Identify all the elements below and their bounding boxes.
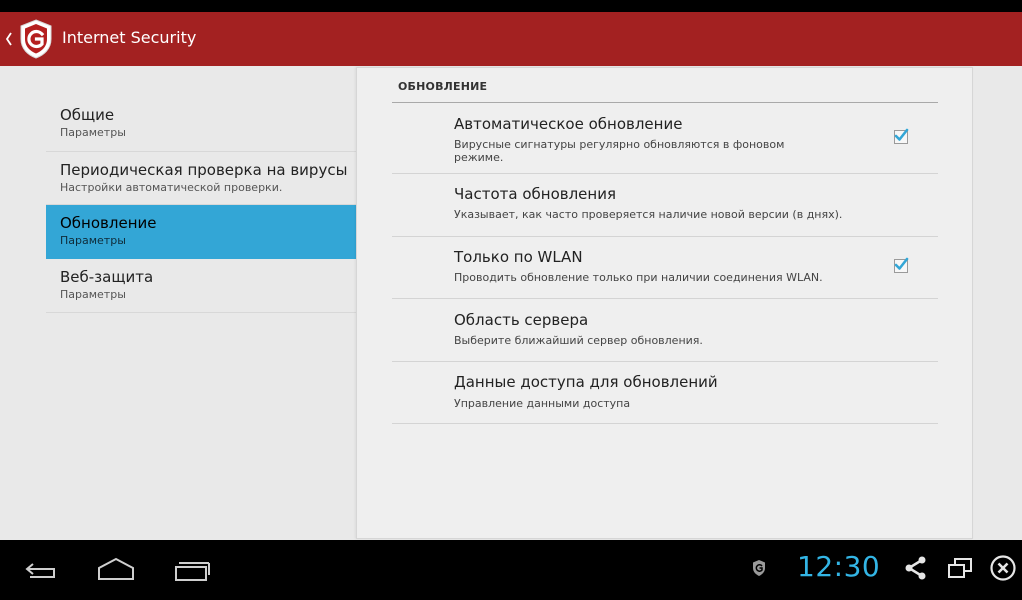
home-icon[interactable] (96, 555, 136, 585)
back-chevron-icon[interactable] (2, 27, 16, 51)
back-icon[interactable] (22, 555, 58, 585)
action-bar: Internet Security (0, 12, 1022, 66)
app-title: Internet Security (62, 28, 197, 47)
category-title: Обновление (60, 214, 157, 232)
status-strip (0, 0, 1022, 12)
pref-server-region[interactable]: Область сервера Выберите ближайший серве… (392, 299, 938, 362)
category-subtitle: Параметры (60, 234, 126, 247)
close-icon[interactable] (989, 554, 1017, 582)
category-title: Общие (60, 106, 115, 124)
system-navigation-bar: 12:30 (0, 540, 1022, 600)
category-item-general[interactable]: Общие Параметры (46, 97, 356, 152)
section-header: ОБНОВЛЕНИЕ (398, 80, 488, 93)
pref-title: Автоматическое обновление (454, 115, 683, 133)
category-title: Веб-защита (60, 268, 154, 286)
pref-summary: Управление данными доступа (454, 397, 631, 410)
category-item-periodic-scan[interactable]: Периодическая проверка на вирусы Настрой… (46, 152, 356, 205)
pref-update-frequency[interactable]: Частота обновления Указывает, как часто … (392, 174, 938, 237)
pref-title: Область сервера (454, 311, 589, 329)
pref-summary: Выберите ближайший сервер обновления. (454, 334, 703, 347)
pref-auto-update[interactable]: Автоматическое обновление Вирусные сигна… (392, 103, 938, 174)
category-subtitle: Настройки автоматической проверки. (60, 181, 283, 194)
pref-summary: Проводить обновление только при наличии … (454, 271, 823, 284)
system-clock: 12:30 (797, 550, 881, 583)
shield-notification-icon[interactable] (752, 559, 766, 577)
app-logo-icon[interactable] (16, 17, 56, 61)
category-title: Периодическая проверка на вирусы (60, 161, 348, 179)
pref-summary: Указывает, как часто проверяется наличие… (454, 208, 843, 221)
pref-update-credentials[interactable]: Данные доступа для обновлений Управление… (392, 362, 938, 424)
auto-update-checkbox[interactable] (894, 128, 909, 144)
pref-wlan-only[interactable]: Только по WLAN Проводить обновление толь… (392, 237, 938, 299)
category-item-update[interactable]: Обновление Параметры (46, 205, 356, 259)
wlan-only-checkbox[interactable] (894, 257, 909, 273)
pref-title: Данные доступа для обновлений (454, 373, 718, 391)
pref-title: Частота обновления (454, 185, 616, 203)
category-subtitle: Параметры (60, 288, 126, 301)
settings-category-list: Общие Параметры Периодическая проверка н… (46, 97, 356, 313)
window-icon[interactable] (947, 556, 973, 580)
recent-apps-icon[interactable] (173, 555, 213, 585)
update-settings-panel: ОБНОВЛЕНИЕ Автоматическое обновление Вир… (356, 67, 973, 539)
share-icon[interactable] (904, 556, 928, 580)
pref-summary: Вирусные сигнатуры регулярно обновляются… (454, 138, 785, 164)
category-item-web-protection[interactable]: Веб-защита Параметры (46, 259, 356, 313)
category-subtitle: Параметры (60, 126, 126, 139)
pref-title: Только по WLAN (454, 248, 583, 266)
